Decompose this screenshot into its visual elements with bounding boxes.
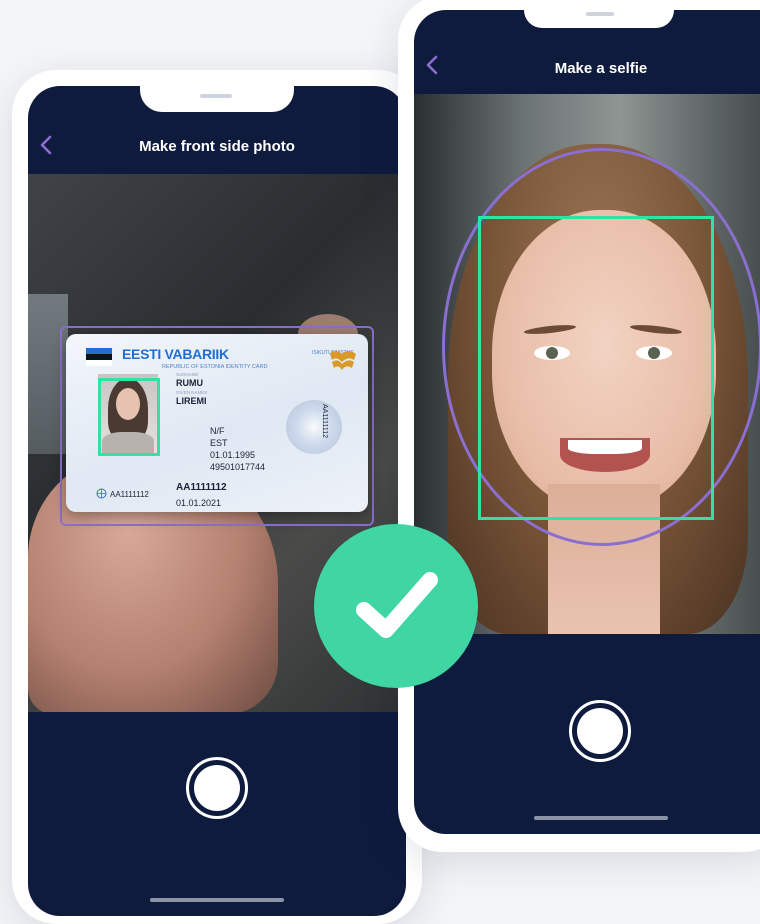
globe-icon: [96, 488, 107, 499]
card-surname: RUMU: [176, 378, 203, 388]
estonia-flag: [86, 348, 112, 366]
home-indicator: [534, 816, 668, 820]
card-sex: N/F: [210, 426, 225, 436]
surname-caption: SURNAME: [176, 372, 199, 377]
checkmark-icon: [356, 572, 438, 638]
card-expiry: 01.01.2021: [176, 498, 222, 508]
right-phone-screen: Make a selfie: [414, 10, 760, 834]
right-phone-notch: [524, 10, 674, 28]
card-doc-number-small: AA1111112: [110, 490, 149, 499]
page-title: Make a selfie: [554, 60, 648, 77]
face-detection-box: [98, 378, 160, 456]
card-doc-number: AA1111112: [176, 482, 227, 493]
left-phone-screen: Make front side photo EESTI VABARIIK ISI…: [28, 86, 406, 916]
card-country: EESTI VABARIIK: [122, 346, 229, 362]
id-card: EESTI VABARIIK ISIKUTUNNISTUS REPUBLIC O…: [66, 334, 368, 512]
card-personal-code: 49501017744: [210, 462, 266, 472]
card-side-number: AA1111112: [321, 404, 328, 438]
card-birth-date: 01.01.1995: [210, 450, 256, 460]
hologram: [286, 400, 342, 454]
shutter-button[interactable]: [186, 757, 248, 819]
card-nationality: EST: [210, 438, 228, 448]
given-name-caption: GIVEN NAMES: [176, 390, 208, 395]
face-detection-box: [478, 216, 714, 520]
home-indicator: [150, 898, 284, 902]
speaker: [586, 12, 614, 16]
left-phone-notch: [140, 86, 294, 112]
left-phone: Make front side photo EESTI VABARIIK ISI…: [12, 70, 422, 924]
page-title: Make front side photo: [139, 138, 295, 155]
card-subtitle: REPUBLIC OF ESTONIA IDENTITY CARD: [162, 364, 268, 370]
camera-viewfinder: [414, 94, 760, 634]
success-badge: [314, 524, 478, 688]
speaker: [200, 94, 232, 98]
shutter-button[interactable]: [569, 700, 631, 762]
card-given-name: LIREMI: [176, 396, 207, 406]
coat-of-arms-icon: [330, 351, 356, 370]
right-phone: Make a selfie: [398, 0, 760, 852]
